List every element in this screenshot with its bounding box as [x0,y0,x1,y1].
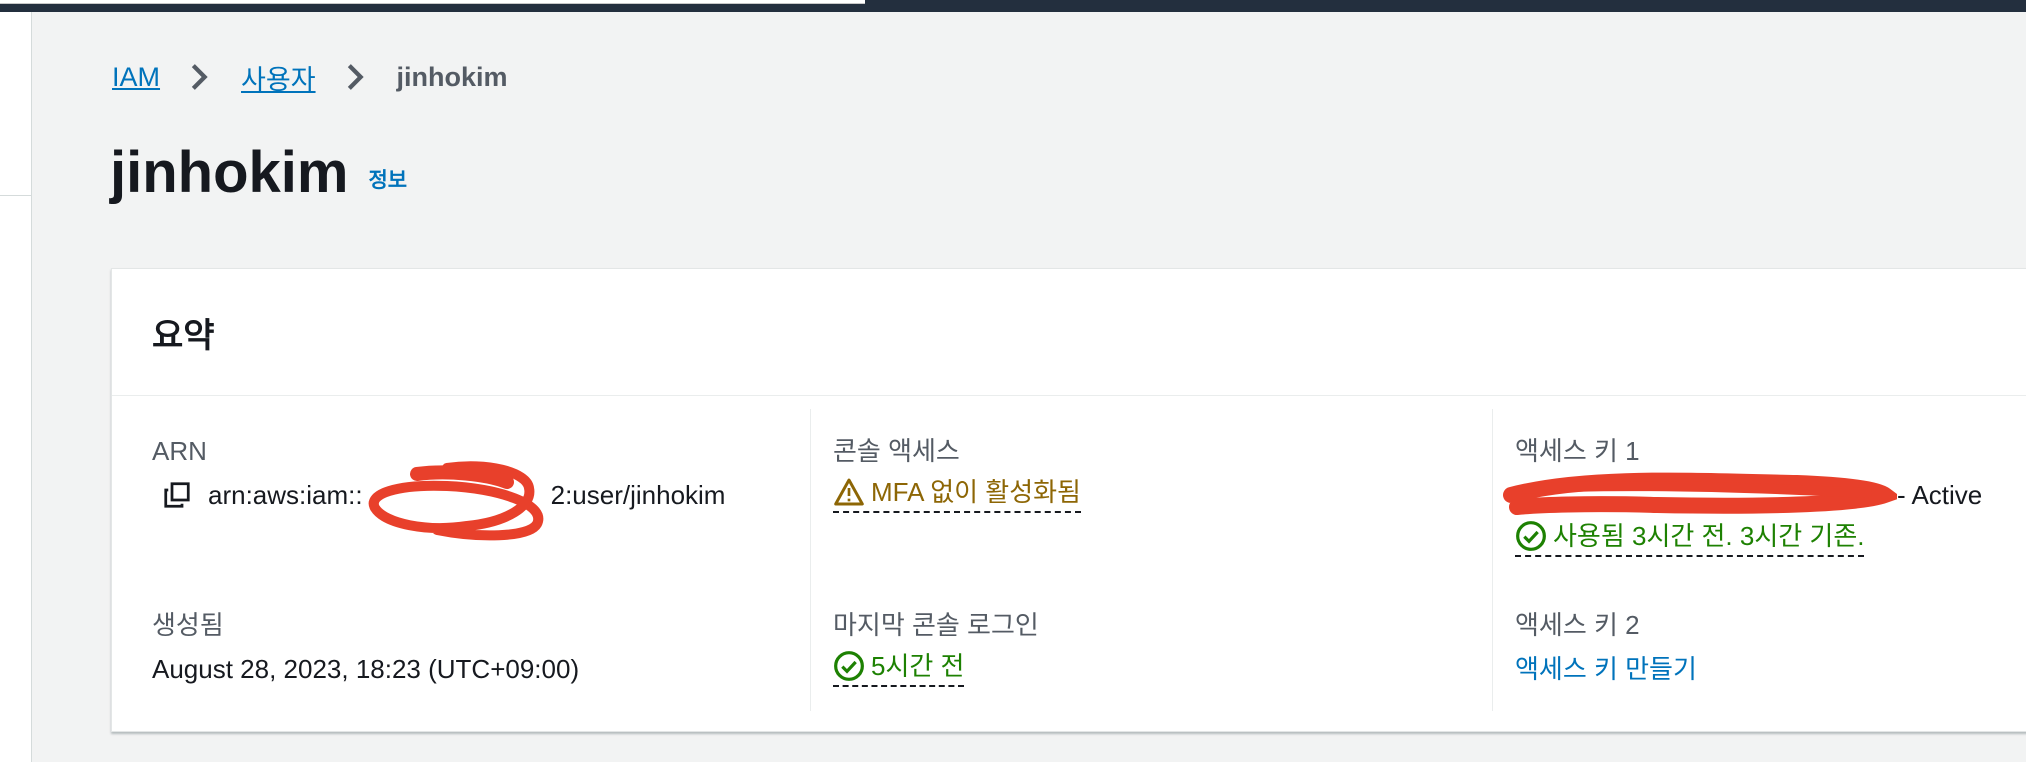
console-access-status[interactable]: MFA 없이 활성화됨 [833,475,1081,513]
access-key-2-label: 액세스 키 2 [1515,610,1640,640]
page-title: jinhokim [110,140,349,205]
sidebar-divider [0,195,32,196]
chevron-right-icon [347,64,364,90]
summary-title: 요약 [152,316,215,355]
chevron-right-icon [191,64,208,90]
create-access-key-link[interactable]: 액세스 키 만들기 [1515,653,1697,685]
check-circle-icon [834,651,864,681]
last-console-login-status[interactable]: 5시간 전 [833,649,965,687]
access-key-1-usage[interactable]: 사용됨 3시간 전. 3시간 기존. [1515,519,1865,557]
breadcrumb-users-link[interactable]: 사용자 [241,58,316,97]
browser-tab-strip [0,0,865,4]
console-access-label: 콘솔 액세스 [833,436,960,466]
summary-header: 요약 [112,269,2026,396]
arn-value: arn:aws:iam:: 2:user/jinhokim [162,479,725,511]
arn-prefix: arn:aws:iam:: [208,480,363,510]
console-access-status-text: MFA 없이 활성화됨 [871,477,1081,507]
page-header: jinhokim 정보 [110,138,407,208]
column-divider [810,409,811,711]
side-navigation-collapsed[interactable] [0,12,32,762]
breadcrumb: IAM 사용자 jinhokim [112,58,508,96]
access-key-1-label: 액세스 키 1 [1515,436,1640,466]
access-key-1-usage-text: 사용됨 3시간 전. 3시간 기존. [1553,521,1865,551]
column-divider [1492,409,1493,711]
last-console-login-label: 마지막 콘솔 로그인 [833,610,1039,640]
created-value: August 28, 2023, 18:23 (UTC+09:00) [152,654,580,684]
check-circle-icon [1516,521,1546,551]
breadcrumb-current: jinhokim [396,61,508,92]
summary-card: 요약 ARN arn:aws:iam:: 2:user/jinhokim 생성됨… [111,268,2026,732]
breadcrumb-iam-link[interactable]: IAM [112,62,160,93]
created-label: 생성됨 [152,610,224,640]
arn-suffix: 2:user/jinhokim [550,480,726,510]
copy-icon[interactable] [162,480,192,510]
warning-icon [834,478,864,506]
access-key-1-state: - Active [1897,480,1983,510]
redaction-scribble [1503,472,1897,515]
info-link[interactable]: 정보 [368,164,407,194]
arn-label: ARN [152,436,207,466]
last-console-login-text: 5시간 전 [871,651,965,681]
